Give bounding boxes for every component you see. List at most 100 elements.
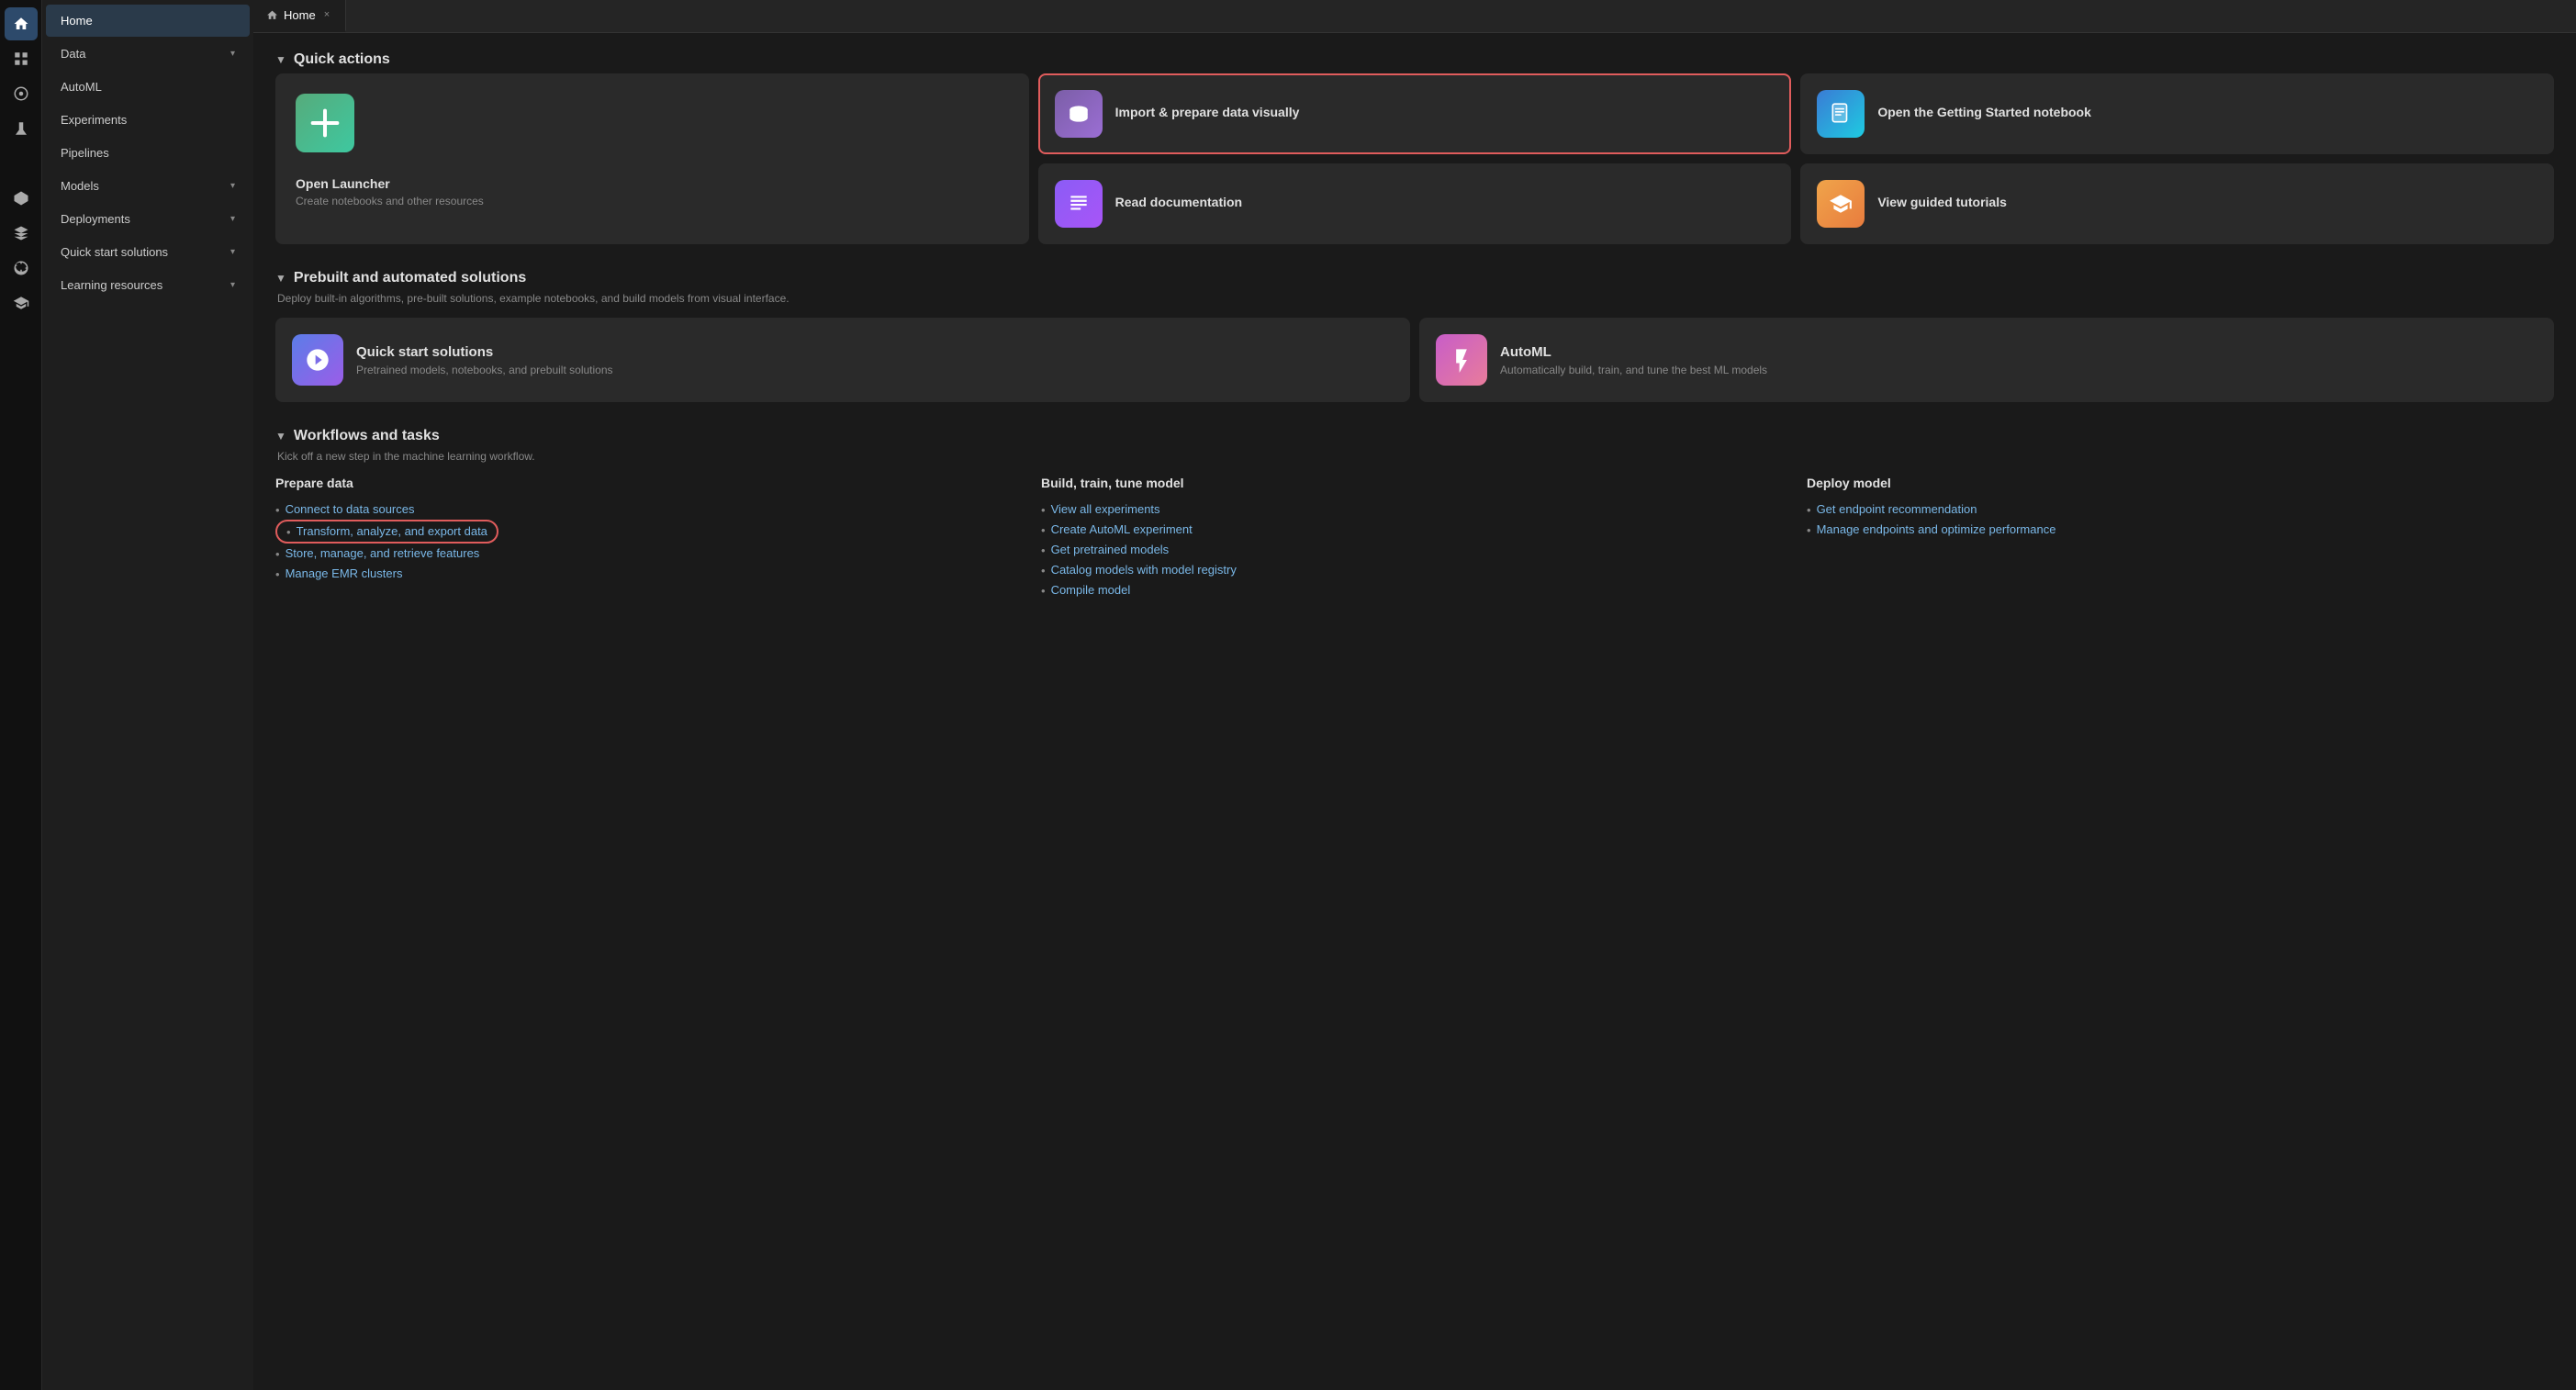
guided-tutorials-title: View guided tutorials: [1877, 195, 2007, 209]
chevron-down-icon: ▾: [230, 280, 235, 290]
catalog-models-item[interactable]: • Catalog models with model registry: [1041, 560, 1788, 580]
bullet-icon-10: •: [1807, 503, 1811, 517]
bullet-icon-6: •: [1041, 523, 1046, 537]
manage-emr-item[interactable]: • Manage EMR clusters: [275, 564, 1023, 584]
get-pretrained-label: Get pretrained models: [1051, 543, 1170, 556]
sidebar-item-models[interactable]: Models ▾: [46, 170, 250, 202]
workflows-grid: Prepare data • Connect to data sources •…: [275, 476, 2554, 600]
automl-solutions-card[interactable]: AutoML Automatically build, train, and t…: [1419, 318, 2554, 402]
automl-solutions-icon: [1436, 334, 1487, 386]
build-train-list: • View all experiments • Create AutoML e…: [1041, 499, 1788, 600]
sidebar-item-deployments[interactable]: Deployments ▾: [46, 203, 250, 235]
bullet-icon-3: •: [275, 547, 280, 561]
transform-data-label: Transform, analyze, and export data: [297, 524, 487, 538]
sidebar-item-learning[interactable]: Learning resources ▾: [46, 269, 250, 301]
automl-icon-rail[interactable]: [5, 77, 38, 110]
experiments-icon-rail[interactable]: [5, 112, 38, 145]
sidebar-item-quick-start[interactable]: Quick start solutions ▾: [46, 236, 250, 268]
models-icon-rail[interactable]: [5, 182, 38, 215]
sidebar-item-home[interactable]: Home: [46, 5, 250, 37]
tab-home[interactable]: Home ×: [253, 0, 346, 32]
prebuilt-solutions-section: ▼ Prebuilt and automated solutions Deplo…: [275, 270, 2554, 402]
tab-close-button[interactable]: ×: [321, 9, 332, 21]
triangle-icon-3: ▼: [275, 430, 286, 443]
create-automl-item[interactable]: • Create AutoML experiment: [1041, 520, 1788, 540]
manage-emr-label: Manage EMR clusters: [286, 566, 403, 580]
prepare-data-list: • Connect to data sources • Transform, a…: [275, 499, 1023, 584]
getting-started-text: Open the Getting Started notebook: [1877, 105, 2091, 123]
quick-start-solutions-card[interactable]: Quick start solutions Pretrained models,…: [275, 318, 1410, 402]
sidebar-home-label: Home: [61, 14, 93, 28]
workflows-header: ▼ Workflows and tasks: [275, 428, 2554, 444]
guided-tutorials-icon: [1817, 180, 1865, 228]
right-panel: Home × ▼ Quick actions: [253, 0, 2576, 1390]
import-data-card[interactable]: Import & prepare data visually: [1038, 73, 1792, 154]
sidebar-item-pipelines[interactable]: Pipelines: [46, 137, 250, 169]
prebuilt-solutions-title: Prebuilt and automated solutions: [294, 270, 526, 286]
create-automl-label: Create AutoML experiment: [1051, 522, 1193, 536]
view-experiments-item[interactable]: • View all experiments: [1041, 499, 1788, 520]
connect-data-label: Connect to data sources: [286, 502, 415, 516]
sidebar-automl-label: AutoML: [61, 80, 102, 94]
triangle-icon: ▼: [275, 53, 286, 66]
open-launcher-card[interactable]: Open Launcher Create notebooks and other…: [275, 73, 1029, 244]
chevron-down-icon: ▾: [230, 214, 235, 224]
bullet-icon-11: •: [1807, 523, 1811, 537]
import-data-text: Import & prepare data visually: [1115, 105, 1300, 123]
quick-actions-grid: Open Launcher Create notebooks and other…: [275, 73, 2554, 244]
prebuilt-solutions-header: ▼ Prebuilt and automated solutions: [275, 270, 2554, 286]
learning-icon-rail[interactable]: [5, 286, 38, 319]
deployments-icon-rail[interactable]: [5, 217, 38, 250]
quick-start-solutions-title: Quick start solutions: [356, 344, 613, 360]
getting-started-title: Open the Getting Started notebook: [1877, 105, 2091, 119]
open-launcher-text: Open Launcher Create notebooks and other…: [296, 176, 484, 207]
sidebar-item-experiments[interactable]: Experiments: [46, 104, 250, 136]
prepare-data-title: Prepare data: [275, 476, 1023, 490]
read-docs-card[interactable]: Read documentation: [1038, 163, 1792, 244]
bullet-icon-9: •: [1041, 584, 1046, 598]
workflows-subtitle: Kick off a new step in the machine learn…: [277, 450, 2554, 463]
automl-solutions-title: AutoML: [1500, 344, 1767, 360]
pipelines-icon-rail[interactable]: [5, 147, 38, 180]
connect-data-item[interactable]: • Connect to data sources: [275, 499, 1023, 520]
triangle-icon-2: ▼: [275, 272, 286, 285]
getting-started-icon: [1817, 90, 1865, 138]
home-icon-rail[interactable]: [5, 7, 38, 40]
build-train-col: Build, train, tune model • View all expe…: [1041, 476, 1788, 600]
sidebar-data-label: Data: [61, 47, 85, 61]
endpoint-recommendation-item[interactable]: • Get endpoint recommendation: [1807, 499, 2554, 520]
manage-endpoints-label: Manage endpoints and optimize performanc…: [1817, 522, 2056, 536]
import-data-icon: [1055, 90, 1103, 138]
quick-start-solutions-subtitle: Pretrained models, notebooks, and prebui…: [356, 364, 613, 376]
content-area: ▼ Quick actions Open Launcher Create not…: [253, 33, 2576, 1390]
sidebar-item-automl[interactable]: AutoML: [46, 71, 250, 103]
compile-model-label: Compile model: [1051, 583, 1131, 597]
deploy-model-col: Deploy model • Get endpoint recommendati…: [1807, 476, 2554, 600]
open-launcher-title: Open Launcher: [296, 176, 484, 191]
workflows-title: Workflows and tasks: [294, 428, 440, 444]
bullet-icon-5: •: [1041, 503, 1046, 517]
build-train-title: Build, train, tune model: [1041, 476, 1788, 490]
getting-started-card[interactable]: Open the Getting Started notebook: [1800, 73, 2554, 154]
bullet-icon-2: •: [286, 525, 291, 539]
store-features-item[interactable]: • Store, manage, and retrieve features: [275, 544, 1023, 564]
deploy-model-title: Deploy model: [1807, 476, 2554, 490]
read-docs-icon: [1055, 180, 1103, 228]
compile-model-item[interactable]: • Compile model: [1041, 580, 1788, 600]
guided-tutorials-card[interactable]: View guided tutorials: [1800, 163, 2554, 244]
data-icon-rail[interactable]: [5, 42, 38, 75]
transform-data-item[interactable]: • Transform, analyze, and export data: [275, 520, 498, 544]
tab-home-label: Home: [284, 8, 316, 22]
bullet-icon-8: •: [1041, 564, 1046, 577]
quickstart-icon-rail[interactable]: [5, 252, 38, 285]
icon-rail: [0, 0, 42, 1390]
manage-endpoints-item[interactable]: • Manage endpoints and optimize performa…: [1807, 520, 2554, 540]
sidebar-pipelines-label: Pipelines: [61, 146, 109, 160]
sidebar-item-data[interactable]: Data ▾: [46, 38, 250, 70]
automl-solutions-text: AutoML Automatically build, train, and t…: [1500, 344, 1767, 376]
automl-solutions-subtitle: Automatically build, train, and tune the…: [1500, 364, 1767, 376]
get-pretrained-item[interactable]: • Get pretrained models: [1041, 540, 1788, 560]
open-launcher-subtitle: Create notebooks and other resources: [296, 195, 484, 207]
read-docs-title: Read documentation: [1115, 195, 1242, 209]
deploy-model-list: • Get endpoint recommendation • Manage e…: [1807, 499, 2554, 540]
